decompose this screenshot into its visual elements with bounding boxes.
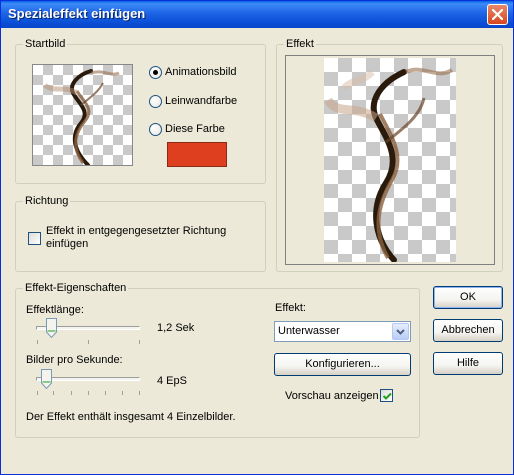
effect-summary: Der Effekt enthält insgesamt 4 Einzelbil… xyxy=(26,411,236,423)
fps-value: 4 EpS xyxy=(157,375,187,387)
radio-diese-farbe-label: Diese Farbe xyxy=(165,123,225,135)
radio-animationsbild[interactable] xyxy=(149,66,162,79)
check-icon xyxy=(382,392,392,400)
startbild-group: Startbild Animationsbild Leinwandfarbe D… xyxy=(15,38,266,184)
effect-type-select[interactable]: Unterwasser xyxy=(274,321,411,342)
effect-type-dropdown-button[interactable] xyxy=(392,323,409,340)
help-button[interactable]: Hilfe xyxy=(433,352,503,375)
radio-leinwandfarbe[interactable] xyxy=(149,95,162,108)
length-tick xyxy=(88,340,89,344)
fps-tick xyxy=(53,391,54,395)
title-bar[interactable]: Spezialeffekt einfügen xyxy=(1,1,513,28)
configure-button-label: Konfigurieren... xyxy=(305,358,380,370)
color-swatch[interactable] xyxy=(167,142,227,167)
effect-length-value: 1,2 Sek xyxy=(157,322,195,334)
smoke-image xyxy=(43,69,120,165)
effekt-eigenschaften-group: Effekt-Eigenschaften Effektlänge: 1,2 Se… xyxy=(15,282,420,438)
ok-button-label: OK xyxy=(460,291,476,303)
reverse-direction-checkbox[interactable] xyxy=(28,232,41,245)
radio-animationsbild-label: Animationsbild xyxy=(165,66,237,78)
reverse-direction-label-1: Effekt in entgegengesetzter Richtung xyxy=(46,225,227,237)
reverse-direction-label-2: einfügen xyxy=(46,238,89,250)
startbild-group-label: Startbild xyxy=(23,38,68,50)
effect-length-label: Effektlänge: xyxy=(26,304,84,316)
effekt-preview-image xyxy=(324,58,456,262)
effekt-preview-frame xyxy=(285,55,495,265)
fps-tick xyxy=(139,391,140,395)
show-preview-label: Vorschau anzeigen xyxy=(285,390,379,402)
startbild-thumbnail xyxy=(32,64,133,166)
fps-tick xyxy=(122,391,123,395)
fps-thumb[interactable] xyxy=(41,369,52,389)
fps-tick xyxy=(105,391,106,395)
ok-button[interactable]: OK xyxy=(433,286,503,309)
chevron-down-icon xyxy=(396,329,405,335)
show-preview-checkbox[interactable] xyxy=(380,389,393,402)
richtung-group-label: Richtung xyxy=(23,195,71,207)
length-tick xyxy=(37,340,38,344)
window-title: Spezialeffekt einfügen xyxy=(8,6,146,21)
close-icon xyxy=(492,9,503,20)
effekt-preview-label: Effekt xyxy=(284,38,316,50)
fps-tick xyxy=(37,391,38,395)
effect-type-value: Unterwasser xyxy=(278,325,340,337)
close-button[interactable] xyxy=(487,4,508,25)
richtung-group: Richtung Effekt in entgegengesetzter Ric… xyxy=(15,195,266,272)
effect-length-thumb[interactable] xyxy=(46,318,57,338)
fps-label: Bilder pro Sekunde: xyxy=(26,354,123,366)
fps-tick xyxy=(71,391,72,395)
smoke-preview xyxy=(324,67,454,262)
length-tick xyxy=(139,340,140,344)
eigenschaften-group-label: Effekt-Eigenschaften xyxy=(23,282,129,294)
radio-diese-farbe[interactable] xyxy=(149,123,162,136)
effect-type-label: Effekt: xyxy=(275,302,306,314)
configure-button[interactable]: Konfigurieren... xyxy=(274,353,411,376)
cancel-button-label: Abbrechen xyxy=(441,324,495,336)
dialog-window: Spezialeffekt einfügen Startbild Animati… xyxy=(0,0,514,475)
fps-tick xyxy=(88,391,89,395)
effekt-preview-group: Effekt xyxy=(276,38,503,272)
cancel-button[interactable]: Abbrechen xyxy=(433,319,503,342)
help-button-label: Hilfe xyxy=(456,357,479,369)
radio-leinwandfarbe-label: Leinwandfarbe xyxy=(165,95,238,107)
